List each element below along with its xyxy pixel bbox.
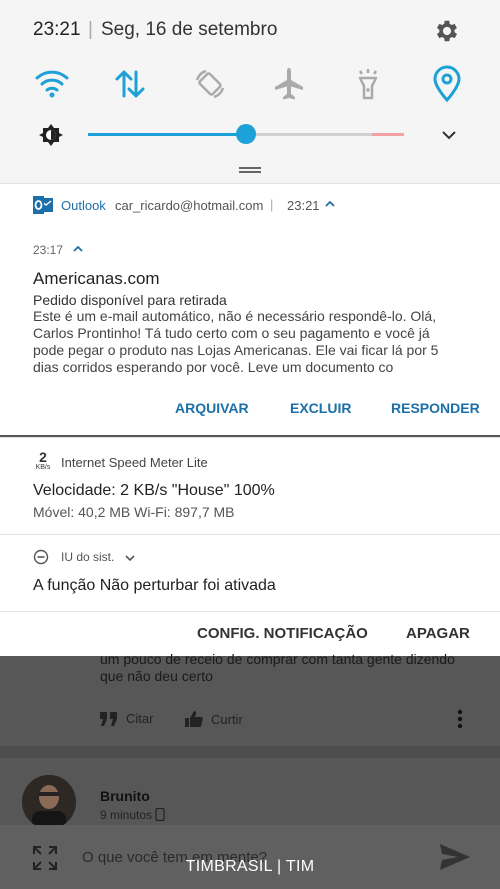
notification-app-name: Outlook	[61, 198, 106, 213]
header-separator: |	[270, 197, 274, 212]
like-label: Curtir	[211, 711, 243, 727]
mobile-device-icon	[155, 807, 165, 822]
outlook-notification-header[interactable]: Outlook car_ricardo@hotmail.com | 23:21	[0, 183, 500, 228]
post-time: 9 minutos	[100, 807, 165, 822]
more-options-icon[interactable]	[456, 708, 464, 730]
brightness-icon	[39, 124, 63, 146]
speed-meter-icon: 2 KB/s	[33, 450, 53, 472]
location-icon[interactable]	[427, 64, 467, 104]
email-notification[interactable]: 23:17 Americanas.com Pedido disponível p…	[0, 226, 500, 435]
notification-account: car_ricardo@hotmail.com	[115, 198, 264, 213]
brightness-slider-fill	[88, 133, 246, 136]
airplane-mode-icon[interactable]	[269, 64, 309, 104]
avatar[interactable]	[22, 775, 76, 829]
reply-button[interactable]: RESPONDER	[391, 400, 480, 416]
feed-divider	[0, 746, 500, 758]
chevron-down-icon[interactable]	[124, 553, 136, 563]
quote-icon	[100, 711, 117, 726]
data-transfer-icon[interactable]	[110, 64, 150, 104]
time-date-separator: |	[88, 19, 93, 40]
notification-app-name: Internet Speed Meter Lite	[61, 455, 208, 470]
chevron-up-icon[interactable]	[324, 198, 336, 210]
notification-settings-button[interactable]: CONFIG. NOTIFICAÇÃO	[197, 625, 368, 642]
flashlight-icon[interactable]	[348, 64, 388, 104]
avatar-photo	[22, 775, 76, 829]
wifi-icon[interactable]	[32, 64, 72, 104]
message-body: Este é um e-mail automático, não é neces…	[33, 308, 439, 375]
notification-footer: CONFIG. NOTIFICAÇÃO APAGAR	[0, 611, 500, 656]
carrier-label: TIMBRASIL | TIM	[185, 858, 315, 875]
message-subject: Pedido disponível para retirada	[33, 292, 227, 308]
clear-all-button[interactable]: APAGAR	[406, 625, 470, 642]
system-notification[interactable]: IU do sist. A função Não perturbar foi a…	[0, 534, 500, 612]
chevron-down-icon[interactable]	[440, 126, 458, 144]
speed-meter-notification[interactable]: 2 KB/s Internet Speed Meter Lite Velocid…	[0, 437, 500, 535]
auto-rotate-icon[interactable]	[190, 64, 230, 104]
speed-summary: Velocidade: 2 KB/s "House" 100%	[33, 482, 275, 499]
like-action[interactable]: Curtir	[185, 711, 243, 727]
status-time: 23:21	[33, 19, 81, 40]
archive-button[interactable]: ARQUIVAR	[175, 400, 249, 416]
gear-icon[interactable]	[433, 17, 461, 45]
quick-settings-panel: 23:21 | Seg, 16 de setembro	[0, 0, 500, 183]
delete-button[interactable]: EXCLUIR	[290, 400, 351, 416]
notification-app-name: IU do sist.	[61, 550, 115, 564]
status-date: Seg, 16 de setembro	[101, 19, 278, 40]
data-usage: Móvel: 40,2 MB Wi-Fi: 897,7 MB	[33, 504, 235, 520]
do-not-disturb-icon	[33, 549, 49, 565]
system-message: A função Não perturbar foi ativada	[33, 577, 276, 594]
notification-time: 23:21	[287, 198, 320, 213]
speed-badge-unit: KB/s	[35, 464, 51, 471]
chevron-up-icon[interactable]	[72, 243, 84, 255]
panel-drag-handle[interactable]	[239, 167, 261, 173]
speed-badge-value: 2	[39, 449, 47, 465]
brightness-slider-warning-zone	[372, 133, 404, 136]
outlook-icon	[33, 196, 53, 214]
quote-action[interactable]: Citar	[100, 711, 153, 726]
quote-label: Citar	[126, 711, 154, 726]
comment-text: um pouco de receio de comprar com tanta …	[100, 651, 455, 684]
post-author[interactable]: Brunito	[100, 788, 150, 804]
composer-bar: O que você tem em mente?	[0, 825, 500, 889]
brightness-slider-thumb[interactable]	[236, 124, 256, 144]
message-time: 23:17	[33, 243, 64, 257]
message-sender: Americanas.com	[33, 269, 160, 288]
thumbs-up-icon	[185, 711, 203, 727]
